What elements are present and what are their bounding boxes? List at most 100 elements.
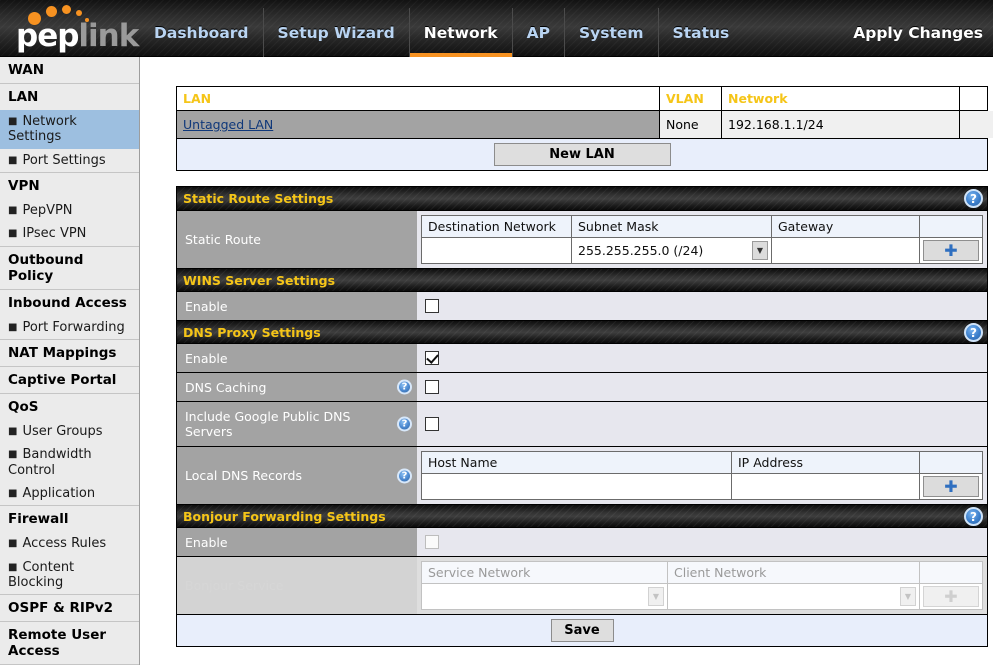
lan-table-header-row: LAN VLAN Network ? (177, 87, 987, 110)
cell-destination-network (421, 237, 572, 264)
section-header-static-route: Static Route Settings ? (177, 187, 987, 210)
sidebar-item-lan[interactable]: LAN (0, 84, 139, 110)
nav-tab-dashboard[interactable]: Dashboard (140, 8, 263, 57)
column-subnet-mask: Subnet Mask (571, 215, 772, 238)
section-header-dns-proxy: DNS Proxy Settings ? (177, 320, 987, 343)
sidebar-item-network-settings[interactable]: ■ Network Settings (0, 110, 139, 149)
sidebar-item-label: Application (22, 485, 96, 501)
lan-link-untagged[interactable]: Untagged LAN (183, 117, 273, 132)
google-dns-checkbox[interactable] (425, 417, 439, 431)
help-icon[interactable]: ? (397, 416, 412, 432)
dns-caching-checkbox[interactable] (425, 380, 439, 394)
sidebar-item-ipsec-vpn[interactable]: ■ IPsec VPN (0, 222, 139, 245)
section-title: WINS Server Settings (183, 272, 336, 288)
lan-cell-network: 192.168.1.1/24 (721, 111, 959, 138)
sidebar-item-nat-mappings[interactable]: NAT Mappings (0, 340, 139, 366)
sidebar-group-wan: WAN (0, 57, 139, 84)
bonjour-service-value: Service Network Client Network ▼ ▼ ✚ (417, 557, 987, 614)
sidebar-item-bandwidth-control[interactable]: ■ Bandwidth Control (0, 443, 139, 482)
sidebar-group-ospf-ripv2: OSPF & RIPv2 (0, 595, 139, 623)
ip-address-input[interactable] (735, 476, 916, 497)
chevron-down-icon: ▼ (752, 241, 768, 260)
top-header-bar: peplink Dashboard Setup Wizard Network A… (0, 0, 993, 57)
nav-tab-ap[interactable]: AP (511, 8, 564, 57)
sidebar-group-lan: LAN ■ Network Settings ■ Port Settings (0, 84, 139, 173)
sidebar-navigation: WAN LAN ■ Network Settings ■ Port Settings… (0, 57, 140, 665)
sidebar-group-inbound-access: Inbound Access ■ Port Forwarding (0, 290, 139, 340)
client-network-select[interactable]: ▼ (671, 586, 916, 607)
dns-enable-checkbox[interactable] (425, 351, 439, 365)
section-header-wins-server: WINS Server Settings (177, 268, 987, 291)
section-title: DNS Proxy Settings (183, 324, 321, 340)
gateway-input[interactable] (775, 240, 916, 261)
sidebar-item-port-settings[interactable]: ■ Port Settings (0, 149, 139, 172)
add-static-route-button[interactable]: ✚ (923, 240, 979, 261)
help-icon[interactable]: ? (964, 507, 983, 526)
bonjour-enable-value (417, 528, 987, 556)
nav-tab-network[interactable]: Network (408, 8, 512, 57)
new-lan-button[interactable]: New LAN (493, 143, 671, 166)
add-local-dns-record-button[interactable]: ✚ (923, 476, 979, 497)
help-icon[interactable]: ? (397, 468, 412, 483)
nav-tab-system[interactable]: System (563, 8, 658, 57)
sidebar-item-access-rules[interactable]: ■ Access Rules (0, 532, 139, 555)
dns-caching-label-text: DNS Caching (185, 379, 267, 395)
logo-dot (46, 6, 57, 17)
nav-tab-status[interactable]: Status (657, 8, 744, 57)
help-icon[interactable]: ? (964, 189, 983, 208)
cell-add-action: ✚ (919, 473, 983, 500)
nav-tab-setup-wizard[interactable]: Setup Wizard (262, 8, 409, 57)
plus-icon: ✚ (944, 476, 958, 496)
host-name-input[interactable] (425, 476, 728, 497)
help-icon[interactable]: ? (397, 379, 412, 395)
save-button[interactable]: Save (550, 619, 614, 642)
sidebar-item-outbound-policy[interactable]: Outbound Policy (0, 247, 139, 289)
sidebar-item-user-groups[interactable]: ■ User Groups (0, 420, 139, 443)
sidebar-item-wan[interactable]: WAN (0, 57, 139, 83)
lan-cell-actions (959, 111, 993, 138)
sidebar-item-application[interactable]: ■ Application (0, 482, 139, 505)
destination-network-input[interactable] (425, 240, 568, 261)
sidebar-item-captive-portal[interactable]: Captive Portal (0, 367, 139, 393)
google-dns-value (417, 402, 987, 446)
sidebar-item-remote-user-access[interactable]: Remote User Access (0, 622, 139, 664)
help-icon[interactable]: ? (964, 323, 983, 342)
sidebar-item-label: Access Rules (22, 536, 107, 552)
bullet-icon: ■ (8, 154, 18, 166)
lan-cell-vlan: None (659, 111, 721, 138)
bonjour-service-row: Bonjour Service Service Network Client N… (177, 556, 987, 614)
sidebar-item-label: Content Blocking (8, 559, 75, 590)
apply-changes-button[interactable]: Apply Changes (853, 8, 983, 57)
bullet-icon: ■ (8, 449, 18, 461)
grid-input-row: ✚ (421, 473, 983, 500)
column-actions (919, 215, 983, 238)
sidebar-item-port-forwarding[interactable]: ■ Port Forwarding (0, 316, 139, 339)
sidebar-item-pepvpn[interactable]: ■ PepVPN (0, 199, 139, 222)
sidebar-item-ospf-ripv2[interactable]: OSPF & RIPv2 (0, 595, 139, 621)
sidebar-item-inbound-access[interactable]: Inbound Access (0, 290, 139, 316)
peplink-logo: peplink (16, 4, 139, 54)
subnet-mask-value: 255.255.255.0 (/24) (578, 243, 704, 258)
bonjour-enable-checkbox[interactable] (425, 535, 439, 549)
subnet-mask-select[interactable]: 255.255.255.0 (/24) ▼ (575, 240, 768, 261)
lan-column-header-actions: ? (959, 87, 993, 110)
static-route-label: Static Route (177, 211, 417, 268)
sidebar-item-label: Port Forwarding (22, 319, 125, 335)
cell-subnet-mask: 255.255.255.0 (/24) ▼ (571, 237, 772, 264)
static-route-value: Destination Network Subnet Mask Gateway … (417, 211, 987, 268)
local-dns-records-label: Local DNS Records ? (177, 447, 417, 504)
lan-button-row: New LAN (177, 138, 987, 170)
sidebar-item-label: User Groups (22, 423, 103, 439)
sidebar-item-content-blocking[interactable]: ■ Content Blocking (0, 556, 139, 595)
table-row: Untagged LAN None 192.168.1.1/24 (177, 110, 993, 138)
wins-enable-checkbox[interactable] (425, 299, 439, 313)
service-network-select[interactable]: ▼ (425, 586, 664, 607)
column-service-network: Service Network (421, 561, 668, 584)
add-bonjour-service-button: ✚ (923, 586, 979, 607)
column-destination-network: Destination Network (421, 215, 572, 238)
sidebar-group-nat-mappings: NAT Mappings (0, 340, 139, 367)
sidebar-item-vpn[interactable]: VPN (0, 173, 139, 199)
sidebar-item-label: PepVPN (22, 202, 73, 218)
sidebar-item-qos[interactable]: QoS (0, 394, 139, 420)
sidebar-item-firewall[interactable]: Firewall (0, 506, 139, 532)
